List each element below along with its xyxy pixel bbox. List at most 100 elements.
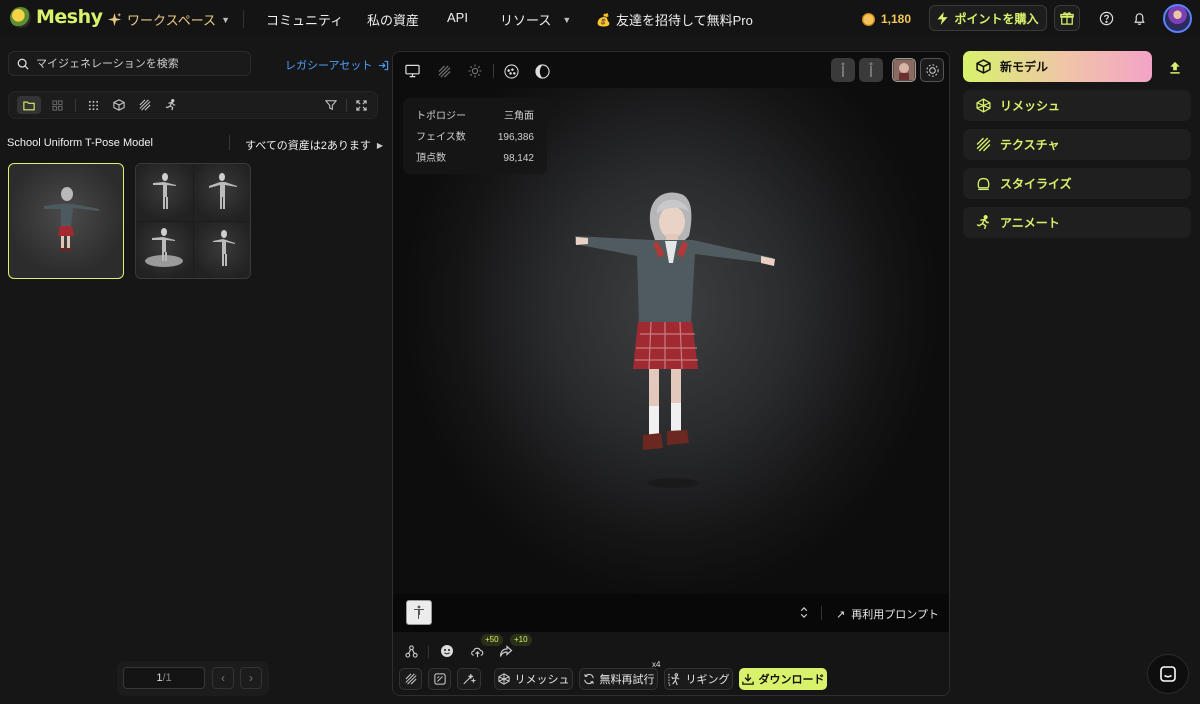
nav-my-assets[interactable]: 私の資産 xyxy=(367,10,419,29)
texture-icon xyxy=(438,65,450,77)
download-button[interactable]: ダウンロード xyxy=(739,668,827,690)
viewport-actions: +50 +10 リメッシュ 無料再試行 x4 リギング ダウンロード xyxy=(393,632,949,695)
gift-icon xyxy=(1060,12,1074,25)
stylize-panel-button[interactable]: スタイライズ xyxy=(963,168,1191,199)
folder-view-button[interactable] xyxy=(17,96,41,114)
retry-count-badge: x4 xyxy=(652,660,661,669)
prompt-divider xyxy=(821,606,822,620)
legacy-assets-link[interactable]: レガシーアセット xyxy=(285,57,389,73)
points-balance[interactable]: 1,180 xyxy=(862,8,911,30)
nav-resources[interactable]: リソース ▼ xyxy=(500,10,571,29)
upload-model-button[interactable] xyxy=(1160,55,1190,79)
search-box[interactable] xyxy=(8,51,251,76)
count-divider xyxy=(229,135,230,150)
stat-row-topology: トポロジー 三角面 xyxy=(416,106,534,127)
texture-mode-button[interactable] xyxy=(433,60,455,82)
new-model-button[interactable]: 新モデル xyxy=(963,51,1152,82)
material-button[interactable] xyxy=(531,60,553,82)
pose-preview-1 xyxy=(136,164,193,221)
total-pages: /1 xyxy=(162,672,172,684)
actions-divider xyxy=(428,646,429,658)
filter-model-button[interactable] xyxy=(107,96,131,114)
remesh-button[interactable]: リメッシュ xyxy=(494,668,573,690)
buy-points-button[interactable]: ポイントを購入 xyxy=(929,5,1047,31)
download-label: ダウンロード xyxy=(758,674,825,686)
scene-settings-button[interactable] xyxy=(920,58,944,82)
expand-collapse-button[interactable] xyxy=(799,606,809,619)
pose-preview-3 xyxy=(136,222,193,278)
asset-thumbnail-animation[interactable] xyxy=(135,163,251,279)
search-input[interactable] xyxy=(36,57,236,70)
stat-value: 三角面 xyxy=(504,111,534,122)
remesh-icon xyxy=(976,98,991,113)
node-graph-button[interactable] xyxy=(402,642,420,660)
running-icon xyxy=(976,215,989,230)
stylize-action-button[interactable] xyxy=(457,668,481,690)
cloud-upload-icon xyxy=(470,647,483,657)
help-button[interactable] xyxy=(1097,9,1115,27)
lighting-button[interactable] xyxy=(464,60,486,82)
gift-button[interactable] xyxy=(1054,5,1080,31)
grid-icon xyxy=(51,99,63,111)
feedback-button[interactable] xyxy=(438,642,456,660)
monitor-icon xyxy=(404,64,420,78)
edit-texture-button[interactable] xyxy=(428,668,451,690)
chevron-down-icon: ▼ xyxy=(562,14,572,25)
notifications-button[interactable] xyxy=(1130,9,1148,27)
magic-wand-icon xyxy=(463,673,476,684)
animate-panel-button[interactable]: アニメート xyxy=(963,207,1191,238)
sign-in-icon xyxy=(379,60,389,70)
texture-panel-label: テクスチャ xyxy=(1000,138,1060,152)
nav-api[interactable]: API xyxy=(447,10,468,25)
asset-thumbnail-selected[interactable] xyxy=(8,163,124,279)
chevron-up-down-icon xyxy=(800,607,808,618)
stylize-icon xyxy=(977,177,990,191)
character-thumbnail-image xyxy=(44,187,99,251)
preview-thumbnail-selected[interactable] xyxy=(892,58,916,82)
money-bag-icon: 💰 xyxy=(596,12,611,27)
buy-points-label: ポイントを購入 xyxy=(954,11,1039,26)
prev-page-button[interactable]: ‹ xyxy=(212,667,234,689)
free-retry-button[interactable]: 無料再試行 xyxy=(579,668,658,690)
texture-edit-icon xyxy=(433,673,446,685)
nav-invite[interactable]: 💰 友達を招待して無料Pro xyxy=(596,10,753,29)
support-chat-button[interactable] xyxy=(1148,655,1188,693)
pose-thumbnail-2[interactable] xyxy=(859,58,883,82)
texture-panel-button[interactable]: テクスチャ xyxy=(963,129,1191,160)
brand-logo[interactable]: Meshy xyxy=(10,6,103,28)
new-model-label: 新モデル xyxy=(1000,60,1049,74)
rigging-button[interactable]: リギング xyxy=(664,668,733,690)
prompt-image-thumbnail[interactable] xyxy=(406,600,432,625)
wireframe-button[interactable] xyxy=(500,60,522,82)
chat-icon xyxy=(1160,666,1176,682)
display-mode-button[interactable] xyxy=(401,60,423,82)
nav-community[interactable]: コミュニティ xyxy=(266,10,343,29)
pose-thumbnail-1[interactable] xyxy=(831,58,855,82)
remesh-label: リメッシュ xyxy=(514,674,570,686)
user-avatar[interactable] xyxy=(1163,4,1192,33)
filter-animation-button[interactable] xyxy=(159,96,183,114)
nav-community-label: コミュニティ xyxy=(266,13,344,28)
lightning-icon xyxy=(937,11,949,25)
asset-title: School Uniform T-Pose Model xyxy=(7,137,153,149)
filter-icon xyxy=(325,100,337,111)
model-stats-panel: トポロジー 三角面 フェイス数 196,386 頂点数 98,142 xyxy=(403,98,547,174)
points-value: 1,180 xyxy=(881,12,912,26)
asset-count-dropdown[interactable]: すべての資産は2あります ▶ xyxy=(245,137,383,153)
folder-icon xyxy=(23,101,35,110)
texture-icon xyxy=(139,99,151,111)
grid-view-button[interactable] xyxy=(45,96,69,114)
asset-count-label: すべての資産は2あります xyxy=(245,140,371,152)
expand-icon xyxy=(355,99,367,111)
next-page-button[interactable]: › xyxy=(240,667,262,689)
remesh-panel-button[interactable]: リメッシュ xyxy=(963,90,1191,121)
page-indicator[interactable]: 1/1 xyxy=(123,667,205,689)
filter-texture-button[interactable] xyxy=(133,96,157,114)
reuse-prompt-button[interactable]: ↗ 再利用プロンプト xyxy=(836,606,939,622)
nav-workspace[interactable]: ワークスペース ▼ xyxy=(107,10,230,29)
filter-button[interactable] xyxy=(319,96,343,114)
filter-all-button[interactable] xyxy=(81,96,105,114)
texture-action-button[interactable] xyxy=(399,668,422,690)
fullscreen-button[interactable] xyxy=(349,96,373,114)
share-arrow-icon xyxy=(499,644,513,657)
